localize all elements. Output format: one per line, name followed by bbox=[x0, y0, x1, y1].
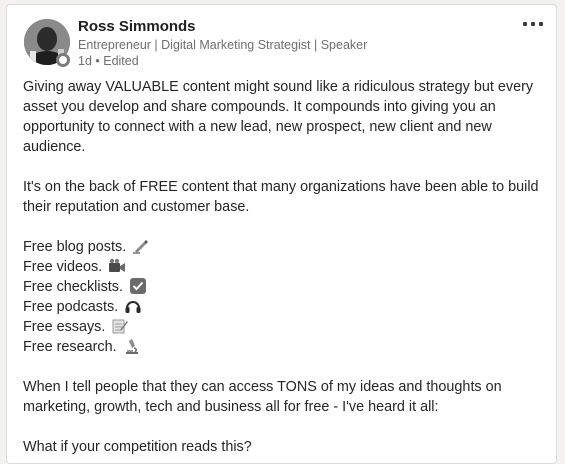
list-item-text: Free checklists. bbox=[23, 279, 123, 295]
author-headline: Entrepreneur | Digital Marketing Strateg… bbox=[78, 38, 368, 52]
list-item: Free videos. bbox=[23, 257, 553, 277]
online-status-icon bbox=[56, 53, 70, 67]
check-box-icon bbox=[129, 278, 146, 294]
list-item: Free blog posts. bbox=[23, 237, 553, 257]
list-item-text: Free videos. bbox=[23, 259, 103, 275]
video-camera-icon bbox=[109, 258, 126, 272]
microscope-icon bbox=[125, 339, 138, 354]
post-paragraph: It's on the back of FREE content that ma… bbox=[23, 179, 539, 215]
list-item: Free podcasts. bbox=[23, 297, 553, 317]
post-body: Giving away VALUABLE content might sound… bbox=[23, 77, 553, 457]
list-item-text: Free essays. bbox=[23, 319, 106, 335]
post-paragraph: What if your competition reads this? bbox=[23, 439, 252, 455]
list-item: Free research. bbox=[23, 337, 553, 357]
list-item: Free checklists. bbox=[23, 277, 553, 297]
post-paragraph: When I tell people that they can access … bbox=[23, 379, 502, 415]
author-name[interactable]: Ross Simmonds bbox=[78, 18, 196, 35]
post-timestamp: 1d • Edited bbox=[78, 54, 139, 68]
writing-hand-icon bbox=[133, 240, 149, 254]
list-item-text: Free blog posts. bbox=[23, 239, 127, 255]
memo-icon bbox=[112, 319, 129, 334]
post-paragraph: Giving away VALUABLE content might sound… bbox=[23, 79, 534, 155]
more-options-icon[interactable] bbox=[518, 15, 548, 33]
list-item-text: Free podcasts. bbox=[23, 299, 119, 315]
list-item-text: Free research. bbox=[23, 339, 117, 355]
headphones-icon bbox=[125, 301, 141, 313]
post-card: Ross Simmonds Entrepreneur | Digital Mar… bbox=[6, 4, 557, 464]
list-item: Free essays. bbox=[23, 317, 553, 337]
